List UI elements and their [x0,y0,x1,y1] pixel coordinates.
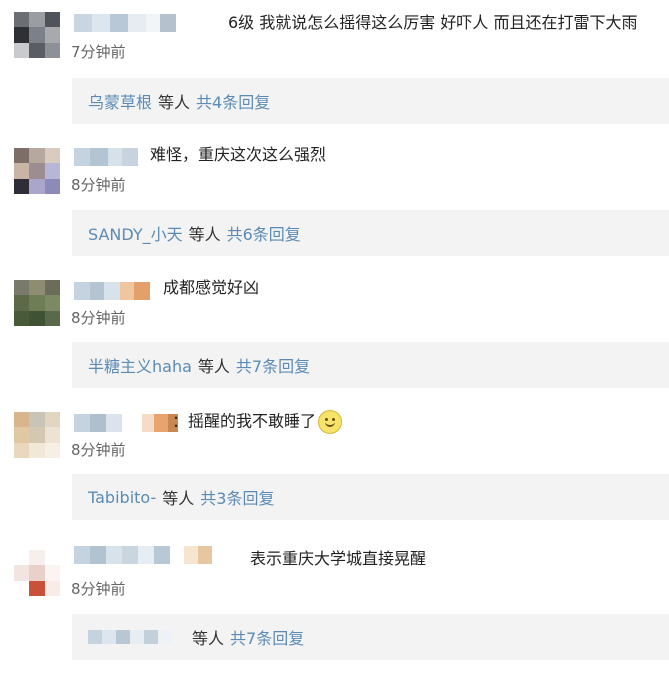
reply-summary[interactable]: 乌蒙草根 等人 共4条回复 [72,78,669,124]
avatar[interactable] [14,148,60,194]
username-blurred[interactable] [74,14,176,32]
reply-count-link[interactable]: 共7条回复 [236,353,310,377]
reply-label: 等人 [197,357,230,376]
comment-text-content: ：摇醒的我不敢睡了 [172,411,317,431]
username-blurred[interactable] [74,148,138,166]
comment-time: 8分钟前 [71,309,126,327]
comment-text: 6级 我就说怎么摇得这么厉害 好吓人 而且还在打雷下大雨 [228,13,638,32]
avatar[interactable] [14,550,60,596]
reply-username-blurred[interactable] [88,630,172,644]
comment-time: 8分钟前 [71,441,126,459]
reply-username[interactable]: Tabibito- [88,488,156,507]
username-blurred[interactable] [74,414,178,432]
comment-text: 成都感觉好凶 [163,278,260,297]
avatar[interactable] [14,12,60,58]
reply-summary[interactable]: 等人 共7条回复 [72,614,669,660]
reply-username[interactable]: 半糖主义haha [88,353,192,377]
username-blurred[interactable] [74,546,212,564]
avatar[interactable] [14,412,60,458]
reply-summary[interactable]: SANDY_小天 等人 共6条回复 [72,210,669,256]
reply-username[interactable]: SANDY_小天 [88,221,183,245]
comment-text: ：摇醒的我不敢睡了 [172,410,343,434]
comment-text: 难怪，重庆这次这么强烈 [150,145,327,164]
reply-label: 等人 [162,489,195,508]
reply-count-link[interactable]: 共6条回复 [227,221,301,245]
reply-count-link[interactable]: 共3条回复 [200,485,274,509]
avatar[interactable] [14,280,60,326]
comment-time: 8分钟前 [71,580,126,598]
reply-username[interactable]: 乌蒙草根 [88,89,152,113]
reply-summary[interactable]: Tabibito- 等人 共3条回复 [72,474,669,520]
reply-count-link[interactable]: 共4条回复 [196,89,270,113]
comment-time: 7分钟前 [71,43,126,61]
reply-summary[interactable]: 半糖主义haha 等人 共7条回复 [72,342,669,388]
reply-label: 等人 [188,225,221,244]
smile-emoji-icon [318,410,343,434]
reply-count-link[interactable]: 共7条回复 [230,625,304,649]
username-blurred[interactable] [74,282,150,300]
comment-text: 表示重庆大学城直接晃醒 [250,549,427,568]
reply-label: 等人 [158,93,191,112]
reply-label: 等人 [192,629,225,648]
comment-time: 8分钟前 [71,176,126,194]
